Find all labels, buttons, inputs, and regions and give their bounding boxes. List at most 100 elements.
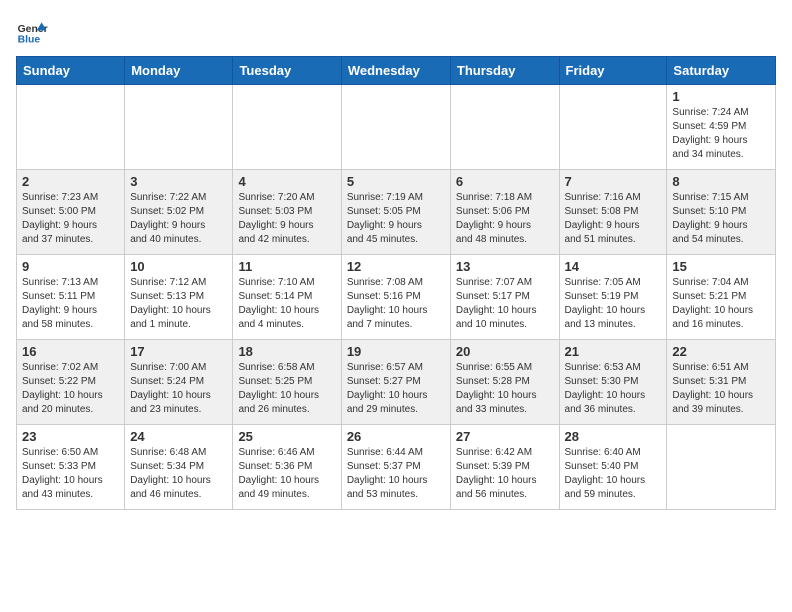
calendar-header-row: SundayMondayTuesdayWednesdayThursdayFrid… bbox=[17, 57, 776, 85]
day-info: Sunrise: 7:12 AM Sunset: 5:13 PM Dayligh… bbox=[130, 276, 227, 332]
day-info: Sunrise: 7:22 AM Sunset: 5:02 PM Dayligh… bbox=[130, 191, 227, 247]
day-number: 12 bbox=[347, 259, 445, 274]
calendar-week-row: 23Sunrise: 6:50 AM Sunset: 5:33 PM Dayli… bbox=[17, 425, 776, 510]
day-number: 4 bbox=[238, 174, 335, 189]
day-info: Sunrise: 6:48 AM Sunset: 5:34 PM Dayligh… bbox=[130, 446, 227, 502]
calendar-cell: 16 Sunrise: 7:02 AM Sunset: 5:22 PM Dayli… bbox=[17, 340, 125, 425]
page-header: General Blue bbox=[16, 16, 776, 48]
day-number: 17 bbox=[130, 344, 227, 359]
day-number: 7 bbox=[565, 174, 662, 189]
day-number: 19 bbox=[347, 344, 445, 359]
day-info: Sunrise: 7:23 AM Sunset: 5:00 PM Dayligh… bbox=[22, 191, 119, 247]
calendar-cell: 23Sunrise: 6:50 AM Sunset: 5:33 PM Dayli… bbox=[17, 425, 125, 510]
calendar-cell: 5 Sunrise: 7:19 AM Sunset: 5:05 PM Daylig… bbox=[341, 170, 450, 255]
day-number: 22 bbox=[672, 344, 770, 359]
day-number: 26 bbox=[347, 429, 445, 444]
calendar-week-row: 16 Sunrise: 7:02 AM Sunset: 5:22 PM Dayli… bbox=[17, 340, 776, 425]
day-number: 10 bbox=[130, 259, 227, 274]
calendar-cell: 27 Sunrise: 6:42 AM Sunset: 5:39 PM Dayli… bbox=[450, 425, 559, 510]
calendar-cell: 9 Sunrise: 7:13 AM Sunset: 5:11 PM Daylig… bbox=[17, 255, 125, 340]
weekday-header-wednesday: Wednesday bbox=[341, 57, 450, 85]
day-number: 16 bbox=[22, 344, 119, 359]
day-number: 2 bbox=[22, 174, 119, 189]
day-number: 20 bbox=[456, 344, 554, 359]
day-info: Sunrise: 7:19 AM Sunset: 5:05 PM Dayligh… bbox=[347, 191, 445, 247]
calendar-cell: 24 Sunrise: 6:48 AM Sunset: 5:34 PM Dayli… bbox=[125, 425, 233, 510]
day-number: 6 bbox=[456, 174, 554, 189]
calendar-week-row: 2 Sunrise: 7:23 AM Sunset: 5:00 PM Daylig… bbox=[17, 170, 776, 255]
calendar-cell bbox=[125, 85, 233, 170]
day-number: 21 bbox=[565, 344, 662, 359]
day-number: 27 bbox=[456, 429, 554, 444]
day-info: Sunrise: 6:42 AM Sunset: 5:39 PM Dayligh… bbox=[456, 446, 554, 502]
calendar-cell: 28 Sunrise: 6:40 AM Sunset: 5:40 PM Dayli… bbox=[559, 425, 667, 510]
day-info: Sunrise: 7:24 AM Sunset: 4:59 PM Dayligh… bbox=[672, 106, 770, 162]
day-info: Sunrise: 6:40 AM Sunset: 5:40 PM Dayligh… bbox=[565, 446, 662, 502]
day-info: Sunrise: 7:13 AM Sunset: 5:11 PM Dayligh… bbox=[22, 276, 119, 332]
day-info: Sunrise: 7:04 AM Sunset: 5:21 PM Dayligh… bbox=[672, 276, 770, 332]
day-number: 14 bbox=[565, 259, 662, 274]
calendar-cell: 13 Sunrise: 7:07 AM Sunset: 5:17 PM Dayli… bbox=[450, 255, 559, 340]
weekday-header-monday: Monday bbox=[125, 57, 233, 85]
calendar-cell: 15 Sunrise: 7:04 AM Sunset: 5:21 PM Dayli… bbox=[667, 255, 776, 340]
weekday-header-thursday: Thursday bbox=[450, 57, 559, 85]
day-number: 28 bbox=[565, 429, 662, 444]
weekday-header-tuesday: Tuesday bbox=[233, 57, 341, 85]
calendar-cell: 8 Sunrise: 7:15 AM Sunset: 5:10 PM Daylig… bbox=[667, 170, 776, 255]
day-info: Sunrise: 7:16 AM Sunset: 5:08 PM Dayligh… bbox=[565, 191, 662, 247]
day-number: 13 bbox=[456, 259, 554, 274]
svg-text:Blue: Blue bbox=[18, 34, 41, 45]
day-info: Sunrise: 6:58 AM Sunset: 5:25 PM Dayligh… bbox=[238, 361, 335, 417]
day-number: 5 bbox=[347, 174, 445, 189]
day-info: Sunrise: 7:05 AM Sunset: 5:19 PM Dayligh… bbox=[565, 276, 662, 332]
calendar-cell: 6 Sunrise: 7:18 AM Sunset: 5:06 PM Daylig… bbox=[450, 170, 559, 255]
day-info: Sunrise: 7:15 AM Sunset: 5:10 PM Dayligh… bbox=[672, 191, 770, 247]
day-info: Sunrise: 6:44 AM Sunset: 5:37 PM Dayligh… bbox=[347, 446, 445, 502]
calendar-cell: 1 Sunrise: 7:24 AM Sunset: 4:59 PM Daylig… bbox=[667, 85, 776, 170]
calendar-cell bbox=[450, 85, 559, 170]
calendar-cell: 18 Sunrise: 6:58 AM Sunset: 5:25 PM Dayli… bbox=[233, 340, 341, 425]
calendar-cell: 25Sunrise: 6:46 AM Sunset: 5:36 PM Dayli… bbox=[233, 425, 341, 510]
calendar-cell bbox=[341, 85, 450, 170]
calendar-cell: 26 Sunrise: 6:44 AM Sunset: 5:37 PM Dayli… bbox=[341, 425, 450, 510]
calendar-cell bbox=[17, 85, 125, 170]
day-number: 18 bbox=[238, 344, 335, 359]
day-info: Sunrise: 7:10 AM Sunset: 5:14 PM Dayligh… bbox=[238, 276, 335, 332]
day-number: 11 bbox=[238, 259, 335, 274]
day-info: Sunrise: 6:55 AM Sunset: 5:28 PM Dayligh… bbox=[456, 361, 554, 417]
calendar-cell bbox=[233, 85, 341, 170]
calendar-cell: 2 Sunrise: 7:23 AM Sunset: 5:00 PM Daylig… bbox=[17, 170, 125, 255]
day-number: 15 bbox=[672, 259, 770, 274]
calendar-week-row: 9 Sunrise: 7:13 AM Sunset: 5:11 PM Daylig… bbox=[17, 255, 776, 340]
calendar-cell: 11 Sunrise: 7:10 AM Sunset: 5:14 PM Dayli… bbox=[233, 255, 341, 340]
calendar-cell: 17 Sunrise: 7:00 AM Sunset: 5:24 PM Dayli… bbox=[125, 340, 233, 425]
calendar-cell: 4 Sunrise: 7:20 AM Sunset: 5:03 PM Daylig… bbox=[233, 170, 341, 255]
day-number: 9 bbox=[22, 259, 119, 274]
calendar-cell: 12 Sunrise: 7:08 AM Sunset: 5:16 PM Dayli… bbox=[341, 255, 450, 340]
calendar-cell bbox=[559, 85, 667, 170]
day-number: 24 bbox=[130, 429, 227, 444]
calendar-cell bbox=[667, 425, 776, 510]
day-number: 23 bbox=[22, 429, 119, 444]
calendar-cell: 19 Sunrise: 6:57 AM Sunset: 5:27 PM Dayli… bbox=[341, 340, 450, 425]
day-info: Sunrise: 6:53 AM Sunset: 5:30 PM Dayligh… bbox=[565, 361, 662, 417]
day-info: Sunrise: 7:20 AM Sunset: 5:03 PM Dayligh… bbox=[238, 191, 335, 247]
day-info: Sunrise: 6:46 AM Sunset: 5:36 PM Dayligh… bbox=[238, 446, 335, 502]
calendar-cell: 7 Sunrise: 7:16 AM Sunset: 5:08 PM Daylig… bbox=[559, 170, 667, 255]
calendar-week-row: 1 Sunrise: 7:24 AM Sunset: 4:59 PM Daylig… bbox=[17, 85, 776, 170]
logo: General Blue bbox=[16, 16, 52, 48]
day-number: 1 bbox=[672, 89, 770, 104]
day-info: Sunrise: 7:02 AM Sunset: 5:22 PM Dayligh… bbox=[22, 361, 119, 417]
day-info: Sunrise: 7:18 AM Sunset: 5:06 PM Dayligh… bbox=[456, 191, 554, 247]
day-number: 3 bbox=[130, 174, 227, 189]
day-info: Sunrise: 7:07 AM Sunset: 5:17 PM Dayligh… bbox=[456, 276, 554, 332]
day-info: Sunrise: 7:08 AM Sunset: 5:16 PM Dayligh… bbox=[347, 276, 445, 332]
weekday-header-saturday: Saturday bbox=[667, 57, 776, 85]
day-number: 8 bbox=[672, 174, 770, 189]
calendar-cell: 3 Sunrise: 7:22 AM Sunset: 5:02 PM Daylig… bbox=[125, 170, 233, 255]
calendar-table: SundayMondayTuesdayWednesdayThursdayFrid… bbox=[16, 56, 776, 510]
day-info: Sunrise: 7:00 AM Sunset: 5:24 PM Dayligh… bbox=[130, 361, 227, 417]
day-info: Sunrise: 6:57 AM Sunset: 5:27 PM Dayligh… bbox=[347, 361, 445, 417]
day-info: Sunrise: 6:51 AM Sunset: 5:31 PM Dayligh… bbox=[672, 361, 770, 417]
logo-icon: General Blue bbox=[16, 16, 48, 48]
